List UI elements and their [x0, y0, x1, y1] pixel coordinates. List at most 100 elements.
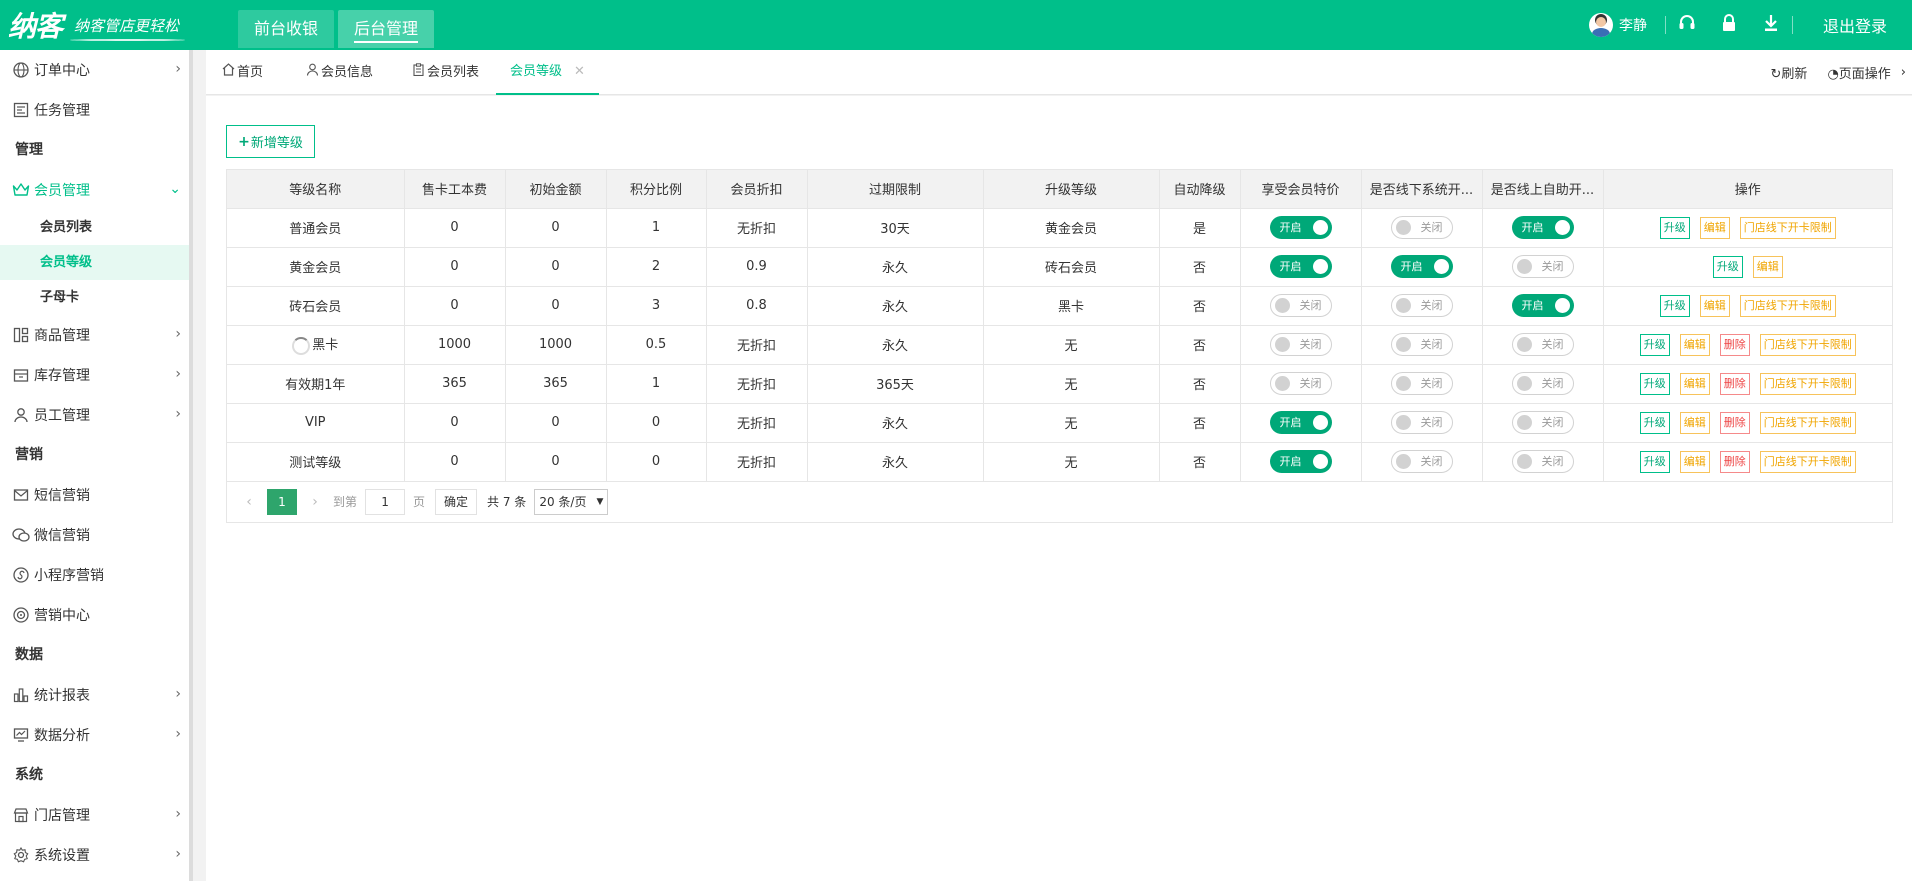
edit-button[interactable]: 编辑: [1679, 372, 1710, 395]
page-number-current[interactable]: 1: [267, 488, 297, 515]
page-size-select[interactable]: 20 条/页 ▼: [534, 488, 609, 515]
offline-limit-button[interactable]: 门店线下开卡限制: [1759, 372, 1856, 395]
offline-limit-button[interactable]: 门店线下开卡限制: [1739, 294, 1836, 317]
analysis-icon: [12, 726, 30, 744]
user-name[interactable]: 李静: [1619, 15, 1647, 35]
edit-button[interactable]: 编辑: [1699, 294, 1730, 317]
toggle-switch-special[interactable]: 开启: [1269, 255, 1332, 278]
toggle-switch-special[interactable]: 开启: [1269, 216, 1332, 239]
logout-button[interactable]: 退出登录: [1793, 13, 1912, 37]
edit-button[interactable]: 编辑: [1679, 411, 1710, 434]
sidebar-item-marketing-center[interactable]: 营销中心: [0, 595, 189, 635]
chevron-right-icon[interactable]: ›: [1901, 65, 1906, 80]
edit-button[interactable]: 编辑: [1679, 450, 1710, 473]
home-icon: [222, 50, 235, 95]
tab-member-level[interactable]: 会员等级 ✕: [496, 50, 599, 95]
toggle-switch-offline[interactable]: 关闭: [1390, 333, 1453, 356]
toggle-switch-offline[interactable]: 关闭: [1390, 411, 1453, 434]
page-ops-button[interactable]: ◔页面操作: [1827, 63, 1890, 82]
cell-auto: 否: [1159, 442, 1241, 482]
sidebar-item-member-management[interactable]: 会员管理 ⌄: [0, 170, 189, 210]
sidebar-sub-parent-child-card[interactable]: 子母卡: [0, 280, 189, 315]
toggle-switch-offline[interactable]: 开启: [1390, 255, 1453, 278]
toggle-switch-special[interactable]: 开启: [1269, 411, 1332, 434]
avatar[interactable]: [1588, 13, 1613, 37]
lock-icon[interactable]: [1708, 13, 1750, 37]
toggle-switch-online[interactable]: 关闭: [1511, 255, 1574, 278]
delete-button[interactable]: 删除: [1719, 372, 1750, 395]
sidebar-item-sms-marketing[interactable]: 短信营销: [0, 475, 189, 515]
edit-button[interactable]: 编辑: [1679, 333, 1710, 356]
sidebar-item-orders[interactable]: 订单中心 ›: [0, 50, 189, 90]
page-input[interactable]: 1: [365, 488, 406, 515]
tab-member-list[interactable]: 会员列表: [412, 50, 479, 95]
upgrade-button[interactable]: 升级: [1639, 372, 1670, 395]
toggle-switch-online[interactable]: 关闭: [1511, 372, 1574, 395]
toggle-switch-offline[interactable]: 关闭: [1390, 216, 1453, 239]
sidebar-item-system-settings[interactable]: 系统设置 ›: [0, 835, 189, 875]
toggle-switch-online[interactable]: 关闭: [1511, 333, 1574, 356]
sidebar-item-miniprogram-marketing[interactable]: 小程序营销: [0, 555, 189, 595]
user-icon: [306, 50, 319, 95]
toggle-switch-special[interactable]: 关闭: [1269, 333, 1332, 356]
offline-limit-button[interactable]: 门店线下开卡限制: [1759, 450, 1856, 473]
sidebar-item-reports[interactable]: 统计报表 ›: [0, 675, 189, 715]
toggle-switch-online[interactable]: 关闭: [1511, 450, 1574, 473]
sidebar-item-tasks[interactable]: 任务管理: [0, 90, 189, 130]
add-level-button[interactable]: + 新增等级: [226, 125, 315, 158]
upgrade-button[interactable]: 升级: [1659, 294, 1690, 317]
delete-button[interactable]: 删除: [1719, 411, 1750, 434]
offline-limit-button[interactable]: 门店线下开卡限制: [1759, 333, 1856, 356]
nav-tab-backend[interactable]: 后台管理: [338, 10, 435, 48]
cell-offline: 关闭: [1361, 286, 1483, 326]
toggle-switch-offline[interactable]: 关闭: [1390, 372, 1453, 395]
goto-label: 到第: [333, 495, 358, 509]
toggle-switch-online[interactable]: 开启: [1511, 294, 1574, 317]
close-icon[interactable]: ✕: [574, 49, 585, 94]
tab-home[interactable]: 首页: [222, 50, 263, 95]
toggle-switch-online[interactable]: 开启: [1511, 216, 1574, 239]
upgrade-button[interactable]: 升级: [1639, 333, 1670, 356]
sidebar-item-inventory[interactable]: 库存管理 ›: [0, 355, 189, 395]
cell-text: 0: [651, 454, 661, 469]
upgrade-button[interactable]: 升级: [1639, 411, 1670, 434]
sidebar-item-store-management[interactable]: 门店管理 ›: [0, 795, 189, 835]
sidebar-group-system: 系统: [15, 767, 43, 783]
sidebar-item-data-analysis[interactable]: 数据分析 ›: [0, 715, 189, 755]
refresh-button[interactable]: ↻刷新: [1771, 63, 1808, 82]
download-icon[interactable]: [1750, 14, 1792, 37]
offline-limit-button[interactable]: 门店线下开卡限制: [1759, 411, 1856, 434]
prev-page-icon[interactable]: ‹: [239, 494, 259, 510]
cell-text: 0: [651, 415, 661, 430]
sidebar-item-wechat-marketing[interactable]: 微信营销: [0, 515, 189, 555]
sidebar-item-staff[interactable]: 员工管理 ›: [0, 395, 189, 435]
sidebar-group-marketing: 营销: [15, 447, 43, 463]
toggle-switch-offline[interactable]: 关闭: [1390, 450, 1453, 473]
toggle-switch-special[interactable]: 关闭: [1269, 372, 1332, 395]
sidebar-sub-member-level[interactable]: 会员等级: [0, 245, 189, 280]
tab-member-info[interactable]: 会员信息: [306, 50, 373, 95]
edit-button[interactable]: 编辑: [1699, 216, 1730, 239]
cell-text: 是: [1192, 222, 1206, 237]
logo[interactable]: 纳客 纳客管店更轻松: [8, 6, 186, 44]
edit-button[interactable]: 编辑: [1752, 255, 1783, 278]
cell-text: 否: [1192, 378, 1206, 393]
delete-button[interactable]: 删除: [1719, 450, 1750, 473]
nav-tab-cashier[interactable]: 前台收银: [238, 10, 335, 48]
offline-limit-button[interactable]: 门店线下开卡限制: [1739, 216, 1836, 239]
sidebar-item-products[interactable]: 商品管理 ›: [0, 315, 189, 355]
toggle-switch-special[interactable]: 开启: [1269, 450, 1332, 473]
headset-icon[interactable]: [1666, 14, 1708, 37]
toggle-switch-offline[interactable]: 关闭: [1390, 294, 1453, 317]
sidebar-sub-member-list[interactable]: 会员列表: [0, 210, 189, 245]
toggle-switch-online[interactable]: 关闭: [1511, 411, 1574, 434]
cell-text: 1000: [538, 337, 573, 352]
next-page-icon[interactable]: ›: [305, 494, 325, 510]
upgrade-button[interactable]: 升级: [1659, 216, 1690, 239]
confirm-page-button[interactable]: 确定: [435, 488, 478, 515]
upgrade-button[interactable]: 升级: [1639, 450, 1670, 473]
delete-button[interactable]: 删除: [1719, 333, 1750, 356]
upgrade-button[interactable]: 升级: [1712, 255, 1743, 278]
cell-text: 无折扣: [736, 339, 776, 354]
toggle-switch-special[interactable]: 关闭: [1269, 294, 1332, 317]
